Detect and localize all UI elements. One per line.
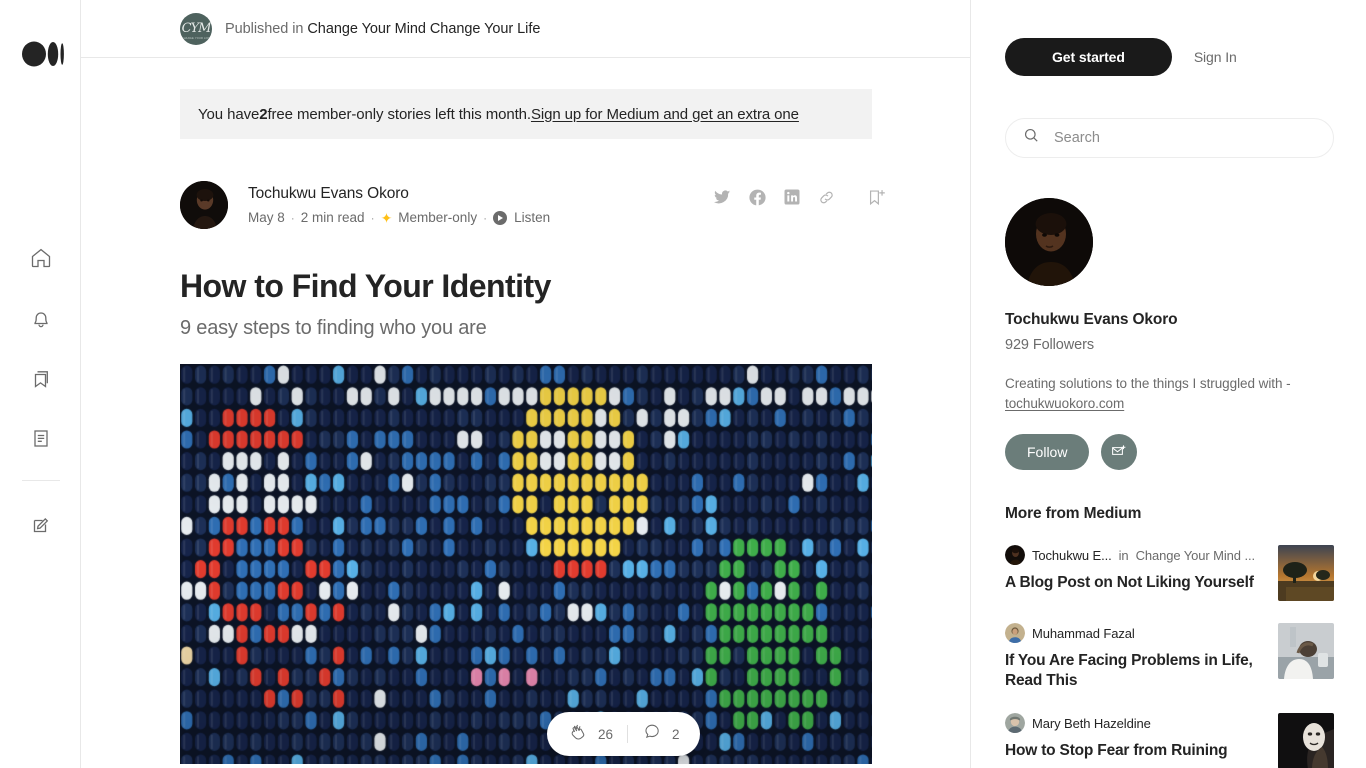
star-icon: ✦ (380, 209, 393, 226)
meta-separator: · (370, 210, 375, 225)
sidebar-auth-row: Get started Sign In (1005, 38, 1334, 76)
recommendation-author[interactable]: Mary Beth Hazeldine (1032, 716, 1151, 731)
recommendation-meta: Tochukwu E... in Change Your Mind ... (1005, 545, 1264, 565)
rail-icon-list (0, 228, 81, 555)
publication-header: CYM CHANGE YOUR LIFE Published in Change… (81, 0, 970, 58)
comment-count: 2 (672, 726, 680, 742)
linkedin-icon[interactable] (783, 188, 801, 206)
twitter-icon[interactable] (712, 187, 732, 207)
publication-logo-subtext: CHANGE YOUR LIFE (181, 36, 211, 40)
profile-avatar[interactable] (1005, 198, 1093, 286)
bell-icon[interactable] (0, 288, 81, 348)
sunset-landscape-thumbnail (1278, 545, 1334, 601)
published-in-prefix: Published in (225, 20, 304, 37)
recommendation-body: Tochukwu E... in Change Your Mind ... A … (1005, 545, 1264, 593)
recommendation-publication[interactable]: Change Your Mind ... (1136, 548, 1256, 563)
comment-icon (642, 721, 663, 747)
sign-in-link[interactable]: Sign In (1194, 49, 1237, 65)
profile-followers: 929 Followers (1005, 337, 1094, 353)
search-input[interactable] (1054, 130, 1317, 146)
get-started-button[interactable]: Get started (1005, 38, 1172, 76)
published-in-text: Published in Change Your Mind Change You… (225, 21, 540, 37)
home-icon[interactable] (0, 228, 81, 288)
rail-divider (21, 480, 60, 481)
meta-separator: · (290, 210, 295, 225)
share-icon-row (712, 187, 836, 207)
listen-label[interactable]: Listen (514, 209, 550, 227)
clap-button[interactable]: 26 (553, 721, 627, 748)
recommendation-in-label: in (1118, 547, 1129, 563)
clap-icon (567, 721, 589, 748)
write-icon[interactable] (0, 495, 81, 555)
mask-portrait-thumbnail (1278, 713, 1334, 768)
recommendation-item[interactable]: Mary Beth Hazeldine How to Stop Fear fro… (1005, 713, 1334, 768)
more-from-medium-heading: More from Medium (1005, 505, 1142, 522)
bookmark-icon[interactable] (0, 348, 81, 408)
meta-separator: · (483, 210, 488, 225)
publication-name-link[interactable]: Change Your Mind Change Your Life (307, 21, 540, 37)
comment-button[interactable]: 2 (628, 721, 694, 747)
article-meta: May 8 · 2 min read · ✦ Member-only · Lis… (248, 209, 550, 227)
reading-list-icon[interactable] (0, 408, 81, 468)
search-box[interactable] (1005, 118, 1334, 158)
recommendation-avatar (1005, 545, 1025, 565)
right-sidebar: Get started Sign In Tochu (970, 0, 1366, 768)
medium-article-page: CYM CHANGE YOUR LIFE Published in Change… (0, 0, 1366, 768)
recommendation-meta: Mary Beth Hazeldine (1005, 713, 1264, 733)
recommendation-author[interactable]: Muhammad Fazal (1032, 626, 1135, 641)
add-to-list-icon[interactable] (866, 185, 888, 209)
profile-bio: Creating solutions to the things I strug… (1005, 374, 1315, 414)
link-icon[interactable] (817, 188, 836, 207)
notice-text-after: free member-only stories left this month… (267, 105, 531, 123)
recommendation-author[interactable]: Tochukwu E... (1032, 548, 1112, 563)
play-icon[interactable] (493, 210, 508, 225)
member-notice-banner: You have 2 free member-only stories left… (180, 89, 872, 139)
article-content-column: You have 2 free member-only stories left… (180, 89, 885, 764)
recommendation-title[interactable]: A Blog Post on Not Liking Yourself (1005, 573, 1264, 593)
recommendation-avatar (1005, 713, 1025, 733)
publication-logo-monogram: CYM (181, 21, 212, 36)
recommendation-body: Mary Beth Hazeldine How to Stop Fear fro… (1005, 713, 1264, 761)
signup-link[interactable]: Sign up for Medium and get an extra one (531, 106, 799, 123)
read-time: 2 min read (300, 209, 365, 225)
recommendation-avatar (1005, 623, 1025, 643)
search-icon (1022, 126, 1041, 150)
byline-text: Tochukwu Evans Okoro May 8 · 2 min read … (248, 184, 550, 227)
recommendation-item[interactable]: Tochukwu E... in Change Your Mind ... A … (1005, 545, 1334, 601)
author-name[interactable]: Tochukwu Evans Okoro (248, 184, 550, 204)
publish-date: May 8 (248, 209, 285, 225)
profile-bio-text: Creating solutions to the things I strug… (1005, 376, 1291, 391)
recommendation-title[interactable]: How to Stop Fear from Ruining (1005, 741, 1264, 761)
facebook-icon[interactable] (748, 188, 767, 207)
envelope-plus-icon (1110, 442, 1128, 463)
notice-count: 2 (259, 105, 268, 123)
hero-image (180, 364, 872, 764)
profile-actions: Follow (1005, 434, 1334, 470)
recommendation-title[interactable]: If You Are Facing Problems in Life, Read… (1005, 651, 1264, 691)
publication-logo[interactable]: CYM CHANGE YOUR LIFE (180, 12, 212, 45)
article-main: CYM CHANGE YOUR LIFE Published in Change… (81, 0, 970, 768)
recommendation-meta: Muhammad Fazal (1005, 623, 1264, 643)
member-only-badge[interactable]: Member-only (398, 209, 477, 227)
follow-button[interactable]: Follow (1005, 434, 1090, 470)
article-title: How to Find Your Identity (180, 268, 551, 304)
article-subtitle: 9 easy steps to finding who you are (180, 317, 487, 339)
left-nav-rail (0, 0, 81, 768)
engagement-bar: 26 2 (547, 712, 700, 756)
author-byline: Tochukwu Evans Okoro May 8 · 2 min read … (180, 181, 885, 229)
profile-name[interactable]: Tochukwu Evans Okoro (1005, 311, 1334, 329)
medium-logo[interactable] (22, 41, 64, 67)
notice-text-before: You have (198, 105, 260, 123)
person-hands-on-head-thumbnail (1278, 623, 1334, 679)
subscribe-email-button[interactable] (1101, 434, 1138, 470)
profile-bio-link[interactable]: tochukwuokoro.com (1005, 396, 1124, 411)
clap-count: 26 (598, 726, 614, 742)
author-avatar[interactable] (180, 181, 228, 229)
recommendation-item[interactable]: Muhammad Fazal If You Are Facing Problem… (1005, 623, 1334, 691)
recommendation-body: Muhammad Fazal If You Are Facing Problem… (1005, 623, 1264, 691)
